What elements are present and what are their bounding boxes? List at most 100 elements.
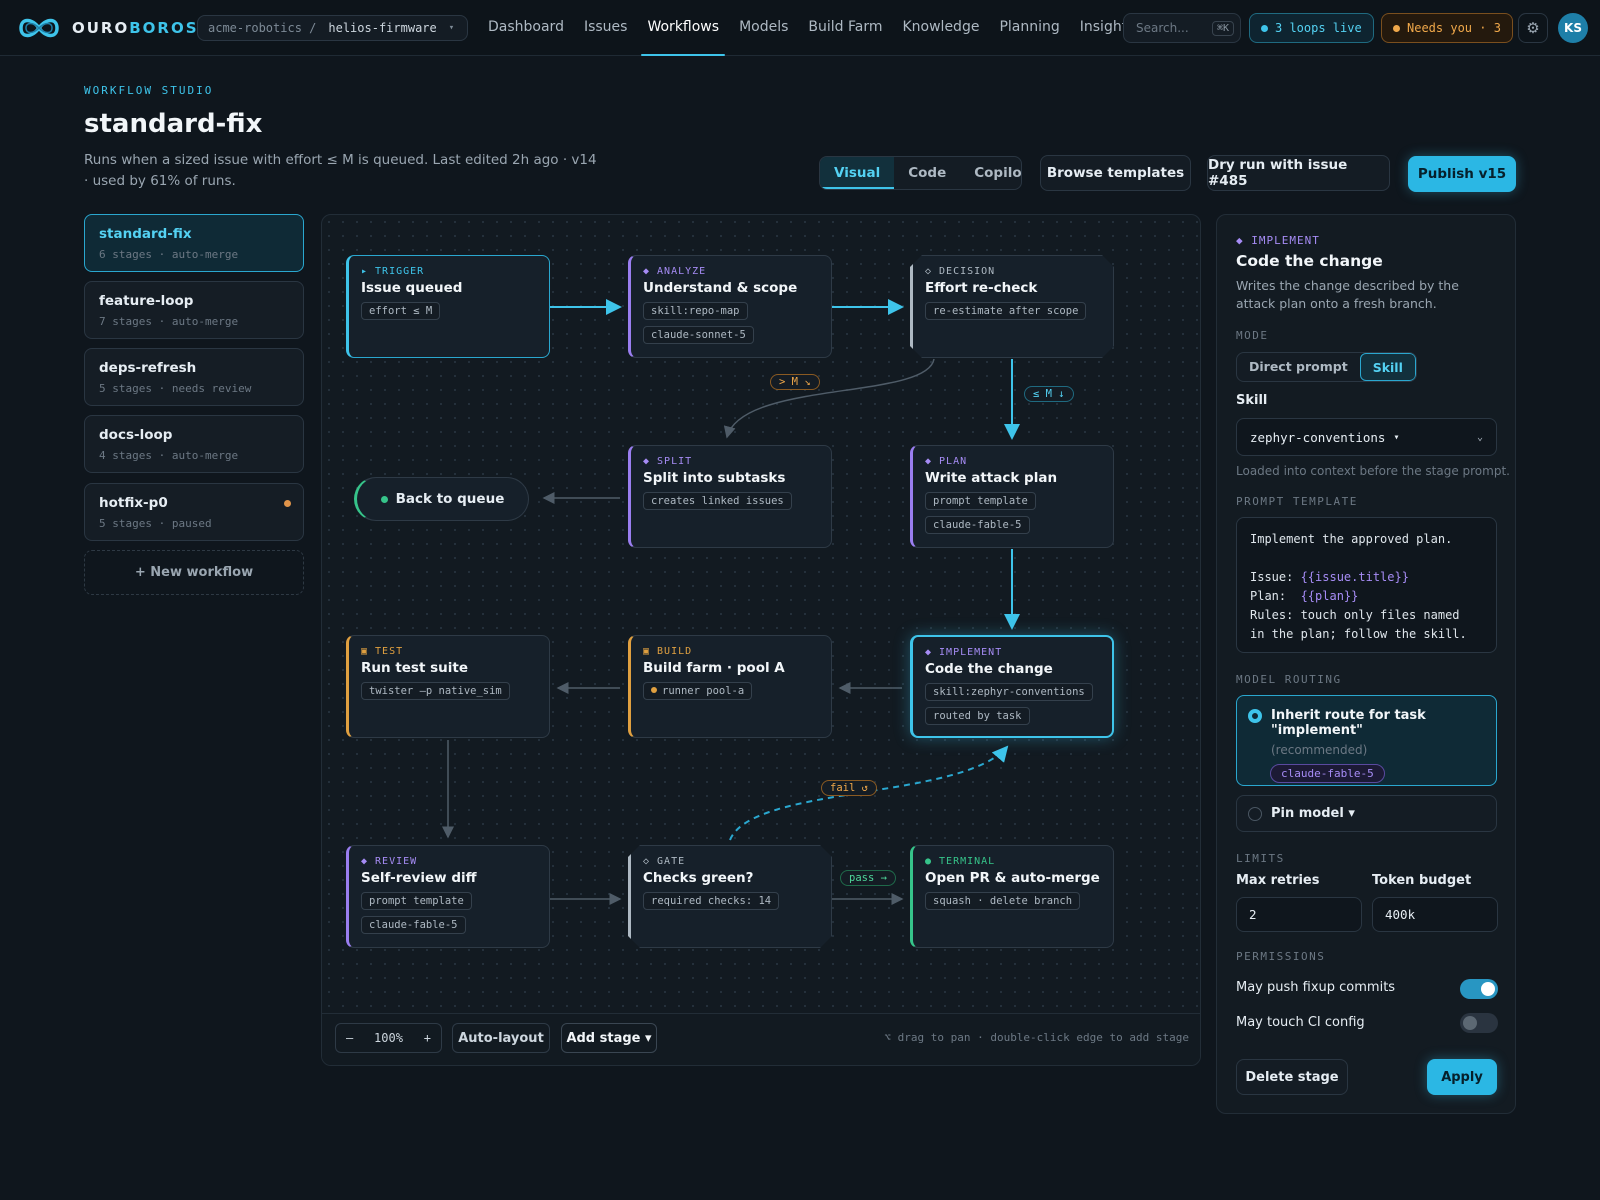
stage-build[interactable]: ▣ BUILD Build farm · pool A runner pool-… [628, 635, 832, 738]
page-subtitle: Runs when a sized issue with effort ≤ M … [84, 152, 597, 189]
stage-analyze[interactable]: ◆ ANALYZE Understand & scope skill:repo-… [628, 255, 832, 358]
workflow-item-deps-refresh[interactable]: deps-refresh 5 stages · needs review [84, 348, 304, 406]
edge-label-gt-m[interactable]: > M ↘ [770, 374, 820, 390]
workflow-name: standard-fix [99, 226, 192, 242]
route-recommended: (recommended) [1271, 743, 1368, 757]
repo-name: helios-firmware [328, 21, 437, 35]
new-workflow-button[interactable]: + New workflow [84, 550, 304, 595]
token-budget-label: Token budget [1372, 873, 1472, 888]
auto-layout-button[interactable]: Auto-layout [452, 1023, 550, 1053]
inspector-description: Writes the change described by the attac… [1236, 278, 1459, 311]
edge-label-fail[interactable]: fail ↺ [821, 780, 877, 796]
workflow-name: hotfix-p0 [99, 495, 168, 511]
stage-title: Split into subtasks [643, 470, 786, 486]
edge-label-le-m[interactable]: ≤ M ↓ [1024, 386, 1074, 402]
paused-dot-icon [284, 500, 291, 507]
stage-tag: prompt template [361, 892, 472, 910]
zoom-out-button[interactable]: – [346, 1031, 353, 1045]
radio-selected-icon [1248, 709, 1262, 723]
route-inherit-option[interactable]: Inherit route for task "implement" (reco… [1236, 695, 1497, 786]
logo[interactable]: OUROBOROS [16, 13, 199, 43]
dry-run-button[interactable]: Dry run with issue #485 [1207, 155, 1390, 191]
tab-code[interactable]: Code [894, 157, 960, 189]
nav-build-farm[interactable]: Build Farm [798, 0, 892, 56]
limits-section-label: LIMITS [1236, 852, 1285, 865]
workflow-meta: 5 stages · needs review [99, 382, 252, 395]
workflow-name: feature-loop [99, 293, 194, 309]
zoom-in-button[interactable]: + [424, 1031, 431, 1045]
stage-title: Write attack plan [925, 470, 1058, 486]
inspector-kind: ◆ IMPLEMENT [1236, 234, 1320, 247]
stage-split[interactable]: ◆ SPLIT Split into subtasks creates link… [628, 445, 832, 548]
tab-visual[interactable]: Visual [820, 157, 895, 189]
stage-test[interactable]: ▣ TEST Run test suite twister –p native_… [346, 635, 550, 738]
needs-you-badge[interactable]: Needs you · 3 [1381, 13, 1513, 43]
publish-button[interactable]: Publish v15 [1408, 156, 1516, 192]
nav-issues[interactable]: Issues [574, 0, 638, 56]
routing-section-label: MODEL ROUTING [1236, 673, 1342, 686]
perm-push-fixup-label: May push fixup commits [1236, 980, 1396, 995]
canvas-toolbar: – 100% + Auto-layout Add stage ▾ ⌥ drag … [322, 1013, 1200, 1065]
radio-unselected-icon [1248, 807, 1262, 821]
mode-skill[interactable]: Skill [1359, 353, 1416, 381]
perm-ci-config-toggle[interactable] [1460, 1013, 1498, 1033]
add-stage-button[interactable]: Add stage ▾ [561, 1023, 657, 1053]
stage-tag: claude-sonnet-5 [643, 326, 754, 344]
workflow-canvas[interactable]: ▸ TRIGGER Issue queued effort ≤ M ◆ ANAL… [321, 214, 1201, 1066]
stage-trigger[interactable]: ▸ TRIGGER Issue queued effort ≤ M [346, 255, 550, 358]
workflow-item-standard-fix[interactable]: standard-fix 6 stages · auto-merge [84, 214, 304, 272]
stage-tag: prompt template [925, 492, 1036, 510]
apply-button[interactable]: Apply [1427, 1059, 1497, 1095]
canvas-hint: ⌥ drag to pan · double-click edge to add… [884, 1031, 1189, 1044]
stage-kind: ▣ TEST [361, 646, 404, 657]
search-placeholder: Search... [1136, 21, 1189, 35]
token-budget-input[interactable]: 400k [1372, 897, 1498, 932]
avatar[interactable]: KS [1558, 13, 1588, 43]
brand-name: OUROBOROS [72, 19, 199, 37]
stage-tag: claude-fable-5 [361, 916, 466, 934]
workflow-item-hotfix-p0[interactable]: hotfix-p0 5 stages · paused [84, 483, 304, 541]
stage-plan[interactable]: ◆ PLAN Write attack plan prompt template… [910, 445, 1114, 548]
zoom-level: 100% [374, 1031, 403, 1045]
perm-push-fixup-toggle[interactable] [1460, 979, 1498, 999]
edge-label-pass[interactable]: pass → [840, 870, 896, 886]
stage-tag: skill:repo-map [643, 302, 748, 320]
stage-back-to-queue[interactable]: Back to queue [354, 477, 529, 521]
tab-copilot[interactable]: Copilot [960, 157, 1021, 189]
stage-gate[interactable]: ◇ GATE Checks green? required checks: 14 [628, 845, 832, 948]
nav-workflows[interactable]: Workflows [637, 0, 729, 56]
stage-title: Understand & scope [643, 280, 798, 296]
template-variable: {{plan}} [1300, 589, 1359, 603]
stage-inspector: ◆ IMPLEMENT Code the change Writes the c… [1216, 214, 1516, 1114]
workflow-name: docs-loop [99, 427, 173, 443]
inspector-title: Code the change [1236, 252, 1383, 270]
stage-title: Back to queue [395, 491, 505, 507]
repo-selector[interactable]: acme-robotics / helios-firmware ▾ [197, 15, 468, 41]
stage-terminal[interactable]: ● TERMINAL Open PR & auto-merge squash ·… [910, 845, 1114, 948]
workflow-meta: 7 stages · auto-merge [99, 315, 239, 328]
stage-tag: claude-fable-5 [925, 516, 1030, 534]
route-inherit-label: Inherit route for task "implement" [1271, 708, 1426, 738]
max-retries-input[interactable]: 2 [1236, 897, 1362, 932]
loops-live-badge[interactable]: 3 loops live [1249, 13, 1374, 43]
delete-stage-button[interactable]: Delete stage [1236, 1059, 1348, 1095]
skill-value: zephyr-conventions [1250, 429, 1386, 445]
route-pin-option[interactable]: Pin model ▾ [1236, 795, 1497, 832]
browse-templates-button[interactable]: Browse templates [1040, 155, 1191, 191]
search-input[interactable]: Search... ⌘K [1123, 13, 1241, 43]
skill-select[interactable]: zephyr-conventions ▾ ⌄ [1236, 418, 1497, 456]
nav-models[interactable]: Models [729, 0, 798, 56]
nav-dashboard[interactable]: Dashboard [478, 0, 574, 56]
prompt-template-editor[interactable]: Implement the approved plan. Issue: {{is… [1236, 517, 1497, 653]
workflow-item-feature-loop[interactable]: feature-loop 7 stages · auto-merge [84, 281, 304, 339]
stage-decision[interactable]: ◇ DECISION Effort re-check re-estimate a… [910, 255, 1114, 358]
settings-button[interactable]: ⚙ [1518, 13, 1548, 43]
stage-tag: required checks: 14 [643, 892, 779, 910]
nav-knowledge[interactable]: Knowledge [892, 0, 989, 56]
stage-review[interactable]: ◆ REVIEW Self-review diff prompt templat… [346, 845, 550, 948]
stage-implement-selected[interactable]: ◆ IMPLEMENT Code the change skill:zephyr… [910, 635, 1114, 738]
workflow-item-docs-loop[interactable]: docs-loop 4 stages · auto-merge [84, 415, 304, 473]
mode-direct-prompt[interactable]: Direct prompt [1237, 353, 1360, 381]
nav-planning[interactable]: Planning [989, 0, 1069, 56]
stage-title: Self-review diff [361, 870, 477, 886]
